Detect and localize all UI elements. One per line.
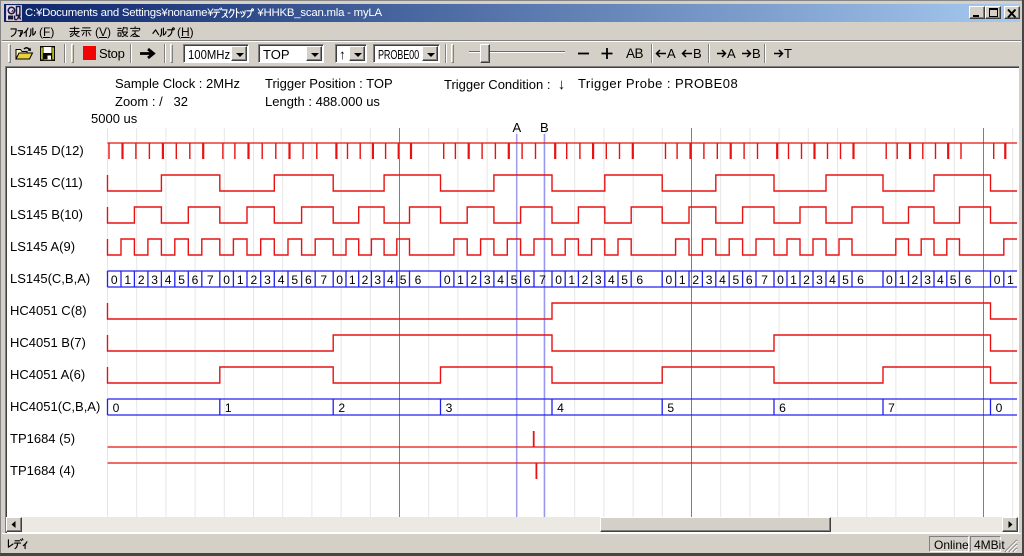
- svg-text:7: 7: [207, 273, 214, 287]
- svg-text:2: 2: [251, 273, 258, 287]
- svg-text:1: 1: [457, 273, 464, 287]
- svg-text:5: 5: [950, 273, 957, 287]
- svg-text:4: 4: [557, 401, 564, 415]
- svg-text:3: 3: [595, 273, 602, 287]
- svg-text:0: 0: [555, 273, 562, 287]
- svg-text:0: 0: [111, 273, 118, 287]
- svg-text:4: 4: [829, 273, 836, 287]
- svg-text:4: 4: [278, 273, 285, 287]
- svg-text:6: 6: [192, 273, 199, 287]
- svg-text:7: 7: [761, 273, 768, 287]
- svg-text:6: 6: [305, 273, 312, 287]
- svg-text:4: 4: [165, 273, 172, 287]
- svg-text:1: 1: [899, 273, 906, 287]
- svg-text:0: 0: [777, 273, 784, 287]
- svg-text:2: 2: [803, 273, 810, 287]
- svg-text:1: 1: [679, 273, 686, 287]
- svg-text:5: 5: [511, 273, 518, 287]
- svg-text:4: 4: [497, 273, 504, 287]
- svg-text:6: 6: [746, 273, 753, 287]
- svg-text:1: 1: [568, 273, 575, 287]
- svg-text:6: 6: [415, 273, 422, 287]
- svg-text:4: 4: [719, 273, 726, 287]
- svg-text:4: 4: [937, 273, 944, 287]
- svg-text:7: 7: [888, 401, 895, 415]
- svg-text:5: 5: [291, 273, 298, 287]
- svg-text:5: 5: [733, 273, 740, 287]
- svg-text:3: 3: [264, 273, 271, 287]
- svg-text:0: 0: [996, 401, 1003, 415]
- svg-text:2: 2: [138, 273, 145, 287]
- svg-text:0: 0: [994, 273, 1001, 287]
- svg-text:0: 0: [113, 401, 120, 415]
- svg-text:2: 2: [692, 273, 699, 287]
- svg-text:1: 1: [790, 273, 797, 287]
- svg-text:1: 1: [237, 273, 244, 287]
- svg-text:1: 1: [1007, 273, 1014, 287]
- svg-text:6: 6: [524, 273, 531, 287]
- svg-text:0: 0: [886, 273, 893, 287]
- svg-text:4: 4: [387, 273, 394, 287]
- svg-text:0: 0: [666, 273, 673, 287]
- svg-text:3: 3: [446, 401, 453, 415]
- svg-text:2: 2: [362, 273, 369, 287]
- svg-text:7: 7: [320, 273, 327, 287]
- svg-text:6: 6: [857, 273, 864, 287]
- svg-text:3: 3: [151, 273, 158, 287]
- svg-text:2: 2: [338, 401, 345, 415]
- svg-text:3: 3: [816, 273, 823, 287]
- svg-text:5: 5: [621, 273, 628, 287]
- svg-text:6: 6: [779, 401, 786, 415]
- svg-text:6: 6: [965, 273, 972, 287]
- svg-text:5: 5: [667, 401, 674, 415]
- svg-text:5: 5: [400, 273, 407, 287]
- svg-text:2: 2: [912, 273, 919, 287]
- svg-text:0: 0: [336, 273, 343, 287]
- svg-text:3: 3: [484, 273, 491, 287]
- svg-text:0: 0: [444, 273, 451, 287]
- svg-text:5: 5: [178, 273, 185, 287]
- svg-text:3: 3: [706, 273, 713, 287]
- svg-text:4: 4: [608, 273, 615, 287]
- svg-text:7: 7: [539, 273, 546, 287]
- svg-text:A: A: [512, 120, 521, 135]
- svg-text:2: 2: [582, 273, 589, 287]
- svg-text:B: B: [540, 120, 549, 135]
- svg-text:1: 1: [124, 273, 131, 287]
- svg-text:1: 1: [225, 401, 232, 415]
- svg-text:3: 3: [374, 273, 381, 287]
- svg-text:6: 6: [636, 273, 643, 287]
- svg-text:5: 5: [842, 273, 849, 287]
- svg-text:0: 0: [223, 273, 230, 287]
- svg-text:3: 3: [924, 273, 931, 287]
- svg-text:2: 2: [471, 273, 478, 287]
- svg-text:1: 1: [349, 273, 356, 287]
